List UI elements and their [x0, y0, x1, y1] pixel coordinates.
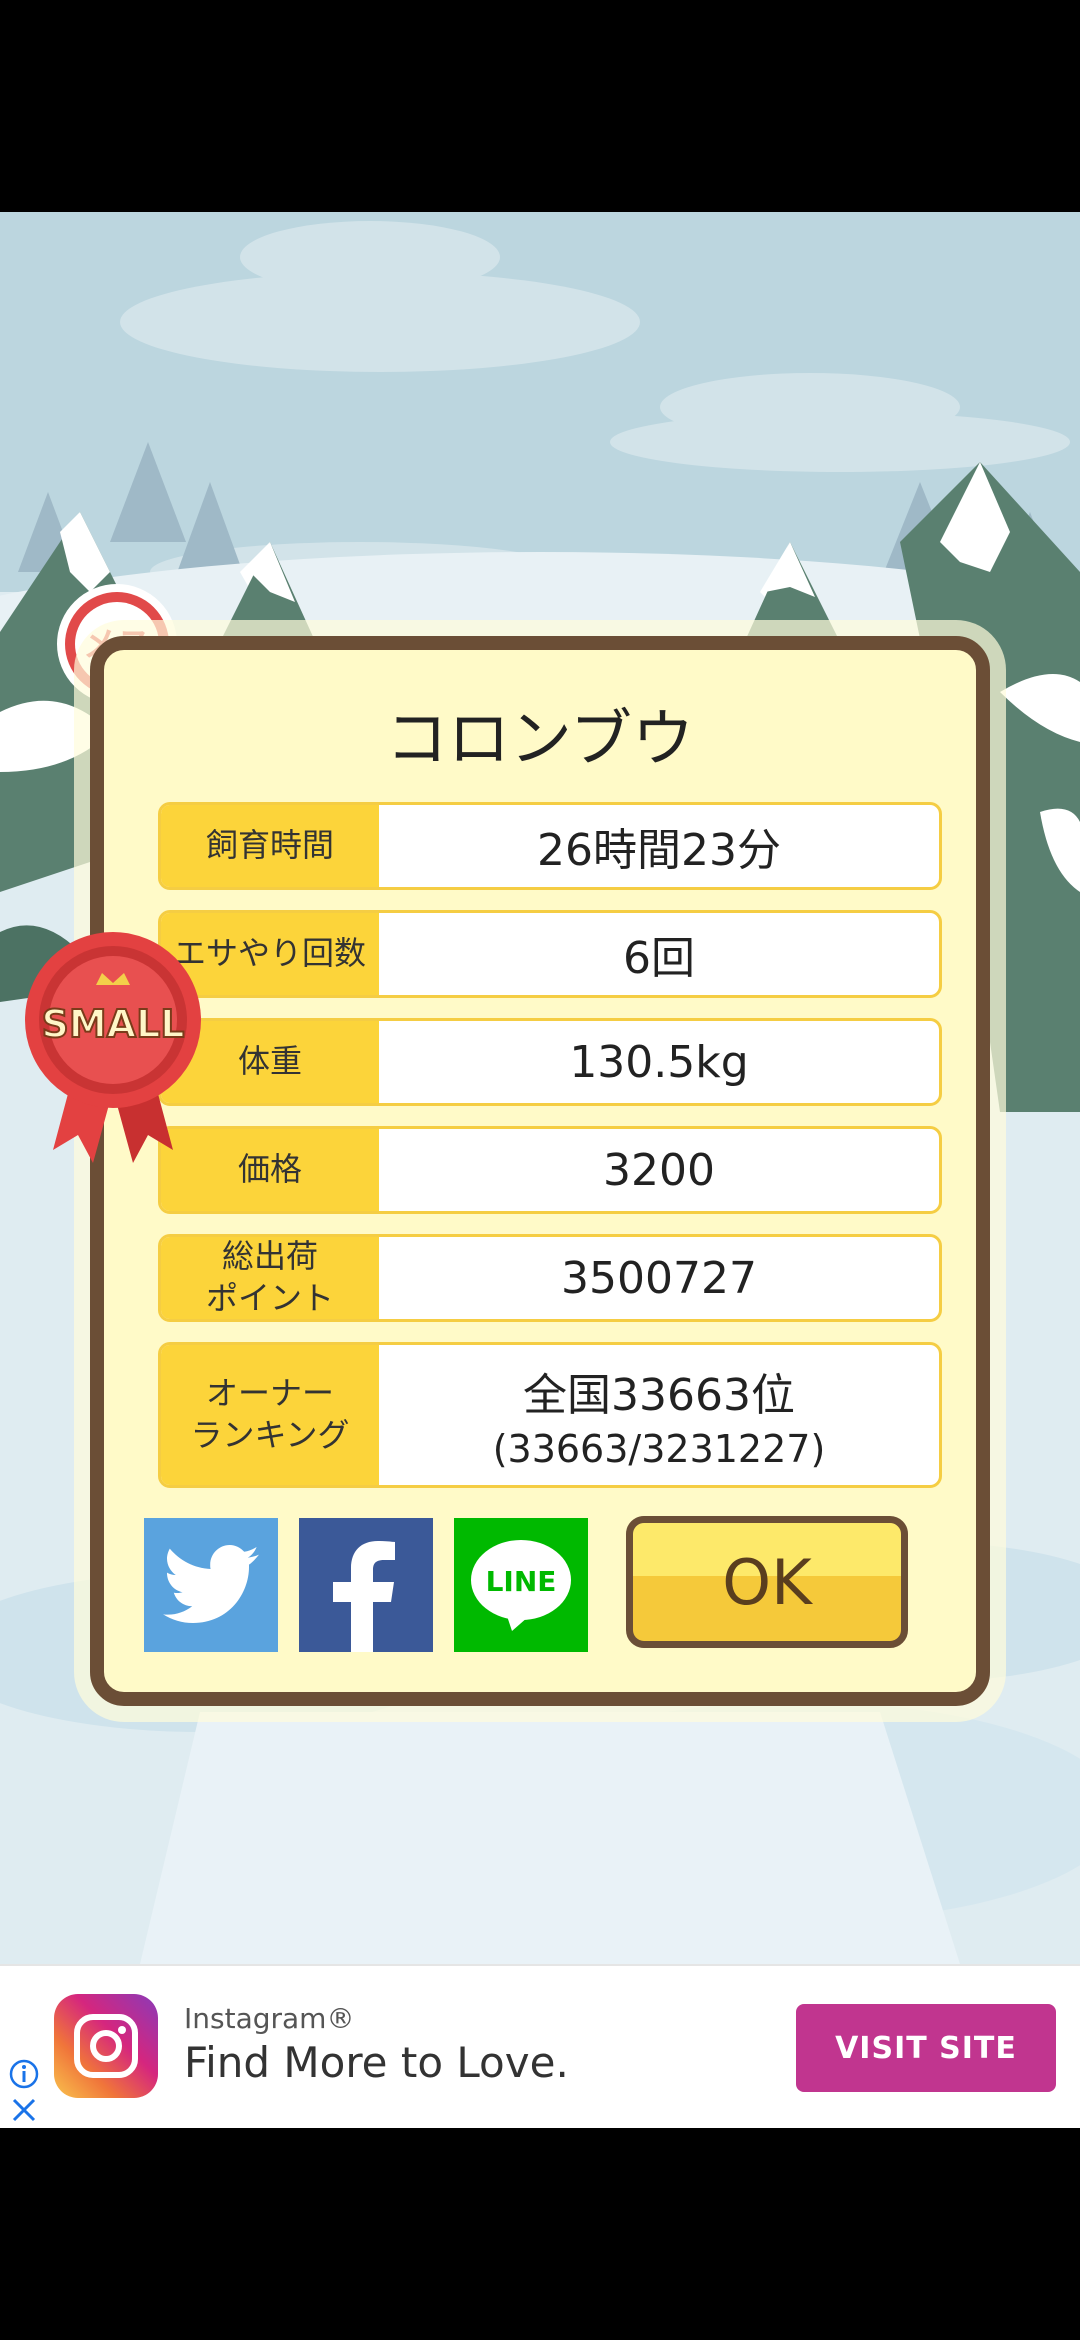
- twitter-share-button[interactable]: [144, 1518, 278, 1652]
- info-row-price: 価格 3200: [158, 1126, 942, 1214]
- row-value: 3200: [603, 1144, 715, 1196]
- row-label: 飼育時間: [161, 805, 379, 887]
- row-value: 130.5kg: [569, 1036, 749, 1088]
- line-label: LINE: [486, 1565, 557, 1598]
- navigation-bar-area: [0, 2128, 1080, 2340]
- facebook-f-icon: [333, 1541, 395, 1652]
- facebook-share-button[interactable]: [299, 1518, 433, 1652]
- row-label: オーナー ランキング: [161, 1345, 379, 1485]
- close-icon[interactable]: [8, 2094, 40, 2126]
- ad-brand: Instagram®: [184, 2002, 355, 2035]
- info-row-feed-count: エサやり回数 6回: [158, 910, 942, 998]
- result-dialog: コロンブウ 飼育時間 26時間23分 エサやり回数 6回 体重 130.5kg …: [90, 636, 990, 1706]
- line-icon: LINE: [471, 1540, 571, 1631]
- status-bar-area: [0, 0, 1080, 212]
- instagram-logo-icon: [54, 1994, 158, 2098]
- dialog-title: コロンブウ: [385, 702, 695, 775]
- info-row-owner-ranking: オーナー ランキング 全国33663位 (33663/3231227): [158, 1342, 942, 1488]
- small-size-ribbon-badge: SMALL: [18, 925, 208, 1165]
- info-row-weight: 体重 130.5kg: [158, 1018, 942, 1106]
- row-value: 全国33663位 (33663/3231227): [492, 1370, 826, 1471]
- size-label: SMALL: [41, 1002, 184, 1046]
- visit-site-button[interactable]: VISIT SITE: [796, 2004, 1056, 2092]
- row-value: 6回: [623, 933, 695, 984]
- ok-button[interactable]: OK: [626, 1516, 908, 1648]
- ranking-detail: (33663/3231227): [492, 1427, 826, 1471]
- row-label: 総出荷 ポイント: [161, 1237, 379, 1319]
- line-share-button[interactable]: LINE: [454, 1518, 588, 1652]
- info-icon[interactable]: [8, 2058, 40, 2090]
- row-value: 26時間23分: [537, 825, 781, 876]
- info-row-shipping-points: 総出荷 ポイント 3500727: [158, 1234, 942, 1322]
- row-value: 3500727: [561, 1252, 757, 1304]
- ad-headline: Find More to Love.: [184, 2038, 569, 2087]
- ad-banner[interactable]: Instagram® Find More to Love. VISIT SITE: [0, 1964, 1080, 2130]
- info-row-time: 飼育時間 26時間23分: [158, 802, 942, 890]
- twitter-bird-icon: [163, 1545, 259, 1623]
